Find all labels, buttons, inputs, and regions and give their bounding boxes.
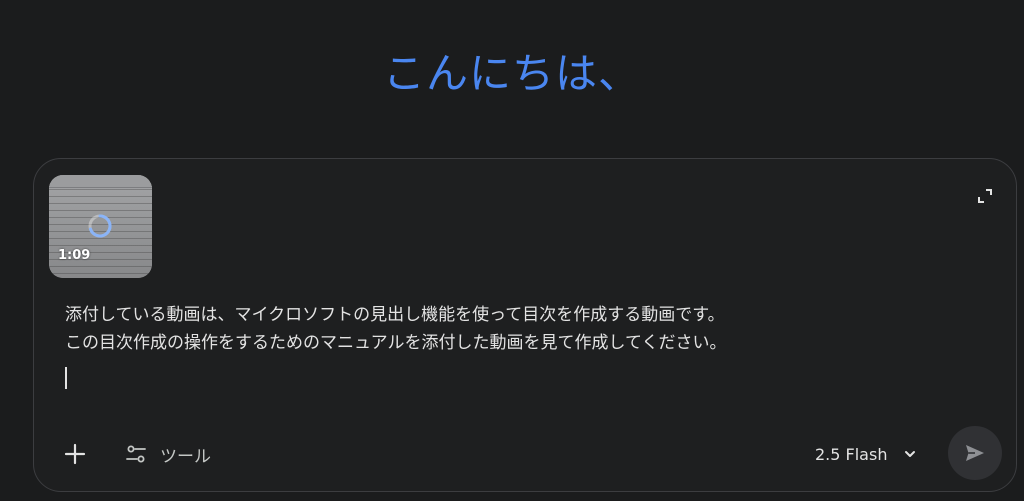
send-icon — [966, 445, 984, 461]
chevron-down-icon — [905, 451, 916, 457]
plus-icon[interactable] — [62, 441, 88, 467]
text-caret — [65, 367, 67, 389]
prompt-line: 添付している動画は、マイクロソフトの見出し機能を使って目次を作成する動画です。 — [65, 305, 725, 325]
video-thumbnail-toolbar — [49, 175, 152, 188]
prompt-line: この目次作成の操作をするためのマニュアルを添付した動画を見て作成してください。 — [65, 333, 727, 353]
prompt-input[interactable]: 添付している動画は、マイクロソフトの見出し機能を使って目次を作成する動画です。 … — [65, 301, 965, 357]
model-label: 2.5 Flash — [815, 444, 888, 464]
loading-spinner-icon — [88, 214, 112, 238]
greeting-title: こんにちは、 — [382, 49, 641, 98]
tools-button[interactable]: ツール — [124, 439, 211, 469]
send-button[interactable] — [948, 426, 1002, 480]
prompt-composer[interactable]: 1:09 添付している動画は、マイクロソフトの見出し機能を使って目次を作成する動… — [33, 158, 1017, 492]
tune-icon — [126, 445, 146, 463]
model-selector[interactable]: 2.5 Flash — [815, 439, 917, 469]
expand-icon[interactable] — [976, 187, 994, 205]
chat-page: こんにちは、 1:09 添付している動画は、マイクロソフトの見出し機能を使って目… — [0, 0, 1024, 501]
video-duration: 1:09 — [58, 248, 91, 263]
video-attachment[interactable]: 1:09 — [49, 175, 152, 278]
tools-label: ツール — [160, 446, 211, 467]
